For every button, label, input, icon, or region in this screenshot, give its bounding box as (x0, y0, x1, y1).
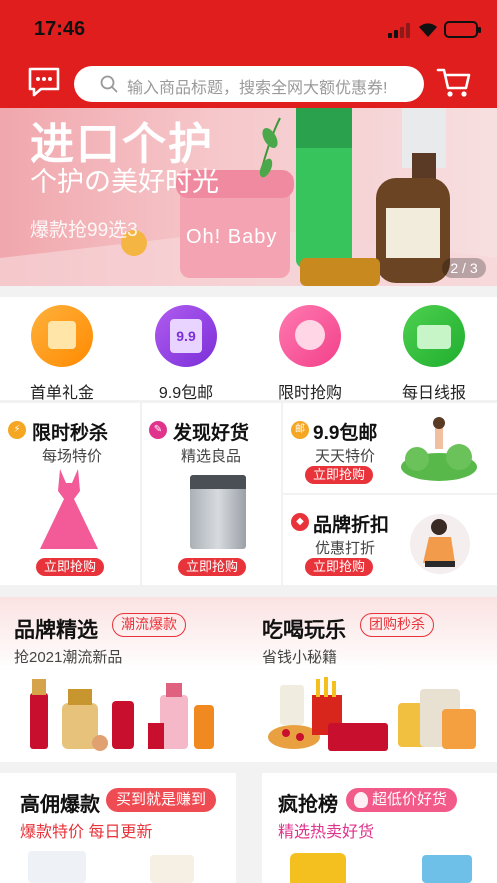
woman-illustration (410, 514, 470, 574)
cart-icon[interactable] (436, 64, 472, 100)
lightning-icon: ⚡ (8, 421, 26, 439)
buy-now-button[interactable]: 立即抢购 (305, 558, 374, 576)
section-title: 吃喝玩乐 (262, 619, 346, 642)
category-label: 限时抢购 (277, 385, 342, 402)
battery-icon (444, 21, 481, 38)
garden-illustration (401, 417, 477, 481)
app-header: 17:46 输入商品标题，搜索全网大额优惠券! (0, 0, 497, 108)
section-pill-label: 超低价好货 (372, 791, 448, 808)
deal-free-shipping[interactable]: 邮 9.9包邮 天天特价 立即抢购 (283, 403, 497, 493)
category-9-9[interactable]: 9.9 9.9包邮 (136, 305, 236, 403)
search-input[interactable]: 输入商品标题，搜索全网大额优惠券! (74, 66, 424, 102)
deal-title: 限时秒杀 (32, 423, 109, 444)
banner-page-indicator: 2 / 3 (442, 258, 486, 278)
food-image (268, 677, 476, 751)
category-label: 9.9包邮 (158, 385, 214, 402)
section-subtitle: 省钱小秘籍 (262, 649, 338, 666)
section-pill: 团购秒杀 (360, 613, 434, 637)
deal-subtitle: 优惠打折 (315, 540, 376, 557)
deal-subtitle: 精选良品 (181, 448, 242, 465)
deal-subtitle: 每场特价 (42, 448, 103, 465)
hot-ranking-card[interactable]: 疯抢榜 超低价好货 精选热卖好货 (262, 773, 497, 883)
price-tag-icon: 9.9 (155, 305, 217, 367)
mail-badge-icon: 邮 (291, 421, 309, 439)
section-subtitle: 抢2021潮流新品 (14, 649, 123, 666)
banner-subtitle: 个护の美好时光 (30, 167, 219, 197)
section-title: 疯抢榜 (278, 794, 338, 816)
cosmetics-image (30, 679, 214, 751)
deal-title: 发现好货 (173, 423, 250, 444)
deal-title: 9.9包邮 (313, 423, 378, 444)
deals-grid: ⚡ 限时秒杀 每场特价 立即抢购 ✎ 发现好货 精选良品 立即抢购 邮 9.9包… (0, 403, 497, 585)
promo-banner[interactable]: Oh! Baby 进口个护 个护の美好时光 爆款抢99选3 2 / 3 (0, 108, 497, 286)
product-thumb (422, 855, 472, 883)
section-subtitle: 爆款特价 每日更新 (20, 824, 153, 841)
status-time: 17:46 (34, 18, 86, 40)
featured-section: 品牌精选 潮流爆款 抢2021潮流新品 吃喝玩乐 团购秒杀 省钱小秘籍 (0, 597, 497, 762)
high-commission-card[interactable]: 高佣爆款 买到就是赚到 爆款特价 每日更新 (0, 773, 236, 883)
washing-machine-image (190, 475, 246, 549)
radio-icon (403, 305, 465, 367)
flame-icon (354, 792, 368, 808)
section-pill: 超低价好货 (346, 788, 458, 812)
section-title: 品牌精选 (14, 619, 98, 642)
status-bar: 17:46 (0, 0, 497, 58)
buy-now-button[interactable]: 立即抢购 (178, 558, 247, 576)
deal-brand-discount[interactable]: ◆ 品牌折扣 优惠打折 立即抢购 (283, 495, 497, 585)
deal-title: 品牌折扣 (313, 515, 390, 536)
product-thumb (150, 855, 194, 883)
section-subtitle: 精选热卖好货 (278, 824, 375, 841)
category-label: 首单礼金 (29, 385, 94, 402)
search-placeholder: 输入商品标题，搜索全网大额优惠券! (127, 80, 388, 97)
deal-subtitle: 天天特价 (315, 448, 376, 465)
tag-icon: ◆ (291, 513, 309, 531)
wifi-icon (419, 23, 437, 37)
product-thumb (290, 853, 346, 883)
deal-discover[interactable]: ✎ 发现好货 精选良品 立即抢购 (142, 403, 281, 585)
leaf-icon: ✎ (149, 421, 167, 439)
category-row: 首单礼金 9.9 9.9包邮 限时抢购 每日线报 (0, 297, 497, 403)
section-pill: 买到就是赚到 (106, 788, 217, 812)
section-title: 高佣爆款 (20, 794, 100, 816)
message-icon[interactable] (27, 66, 61, 98)
gift-money-icon (31, 305, 93, 367)
dress-image (40, 469, 98, 549)
section-pill: 潮流爆款 (112, 613, 186, 637)
category-first-order[interactable]: 首单礼金 (12, 305, 112, 403)
signal-icon (388, 22, 410, 38)
category-label: 每日线报 (401, 385, 466, 402)
deal-flash-sale[interactable]: ⚡ 限时秒杀 每场特价 立即抢购 (0, 403, 140, 585)
product-thumb (28, 851, 86, 883)
buy-now-button[interactable]: 立即抢购 (36, 558, 105, 576)
category-flash-buy[interactable]: 限时抢购 (260, 305, 360, 403)
banner-product-label: Oh! Baby (186, 226, 278, 248)
alarm-clock-icon (279, 305, 341, 367)
search-icon (100, 75, 118, 93)
banner-tag: 爆款抢99选3 (30, 220, 138, 241)
buy-now-button[interactable]: 立即抢购 (305, 466, 374, 484)
category-daily-news[interactable]: 每日线报 (384, 305, 484, 403)
